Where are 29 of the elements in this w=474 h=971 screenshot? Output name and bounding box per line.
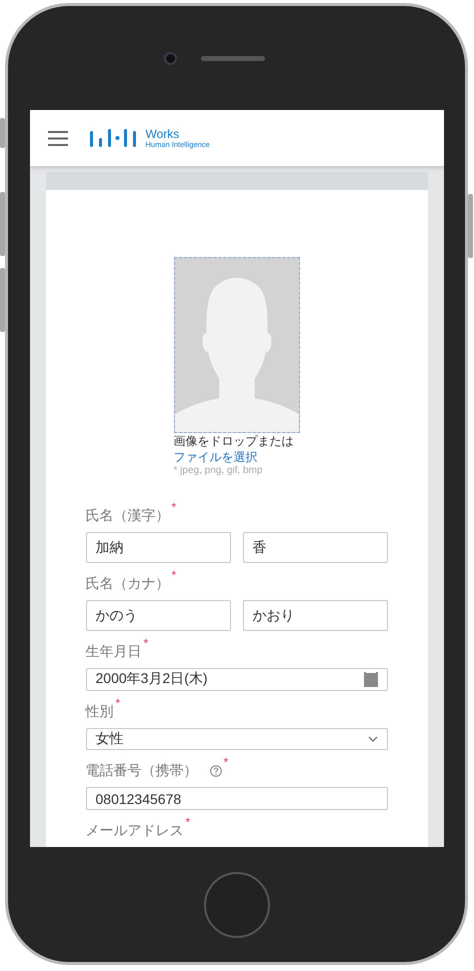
help-icon[interactable] [210,765,222,778]
select-field[interactable]: 女性 [86,728,388,750]
required-mark: * [186,816,190,828]
chevron-down-icon[interactable] [368,736,378,742]
field-label: 電話番号（携帯） [86,761,198,780]
calendar-icon[interactable] [364,672,378,687]
camera-icon [164,52,177,64]
field-label: メールアドレス [86,821,184,840]
upload-instruction: 画像をドロップまたは [174,433,294,449]
menu-icon[interactable] [48,130,68,146]
required-mark: * [116,696,120,709]
text-field[interactable]: かのう [86,600,230,631]
required-mark: * [224,756,228,768]
field-label: 性別 [86,702,114,721]
field-label: 生年月日 [86,642,142,661]
speaker-grille [201,56,265,60]
file-select-link[interactable]: ファイルを選択 [174,449,258,465]
text-field[interactable]: かおり [242,600,388,631]
required-mark: * [144,637,148,649]
logo-title: Works [146,128,180,140]
text-field[interactable]: 香 [242,532,388,563]
date-field[interactable]: 2000年3月2日(木) [86,668,388,691]
file-type-hint: * jpeg, png, gif, bmp [174,465,264,476]
field-label: 氏名（漢字） [86,506,170,525]
required-mark: * [172,501,176,513]
text-field[interactable]: 加納 [86,532,230,563]
text-field[interactable]: 08012345678 [86,787,388,810]
required-mark: * [172,569,176,581]
field-label: 氏名（カナ） [86,574,170,593]
